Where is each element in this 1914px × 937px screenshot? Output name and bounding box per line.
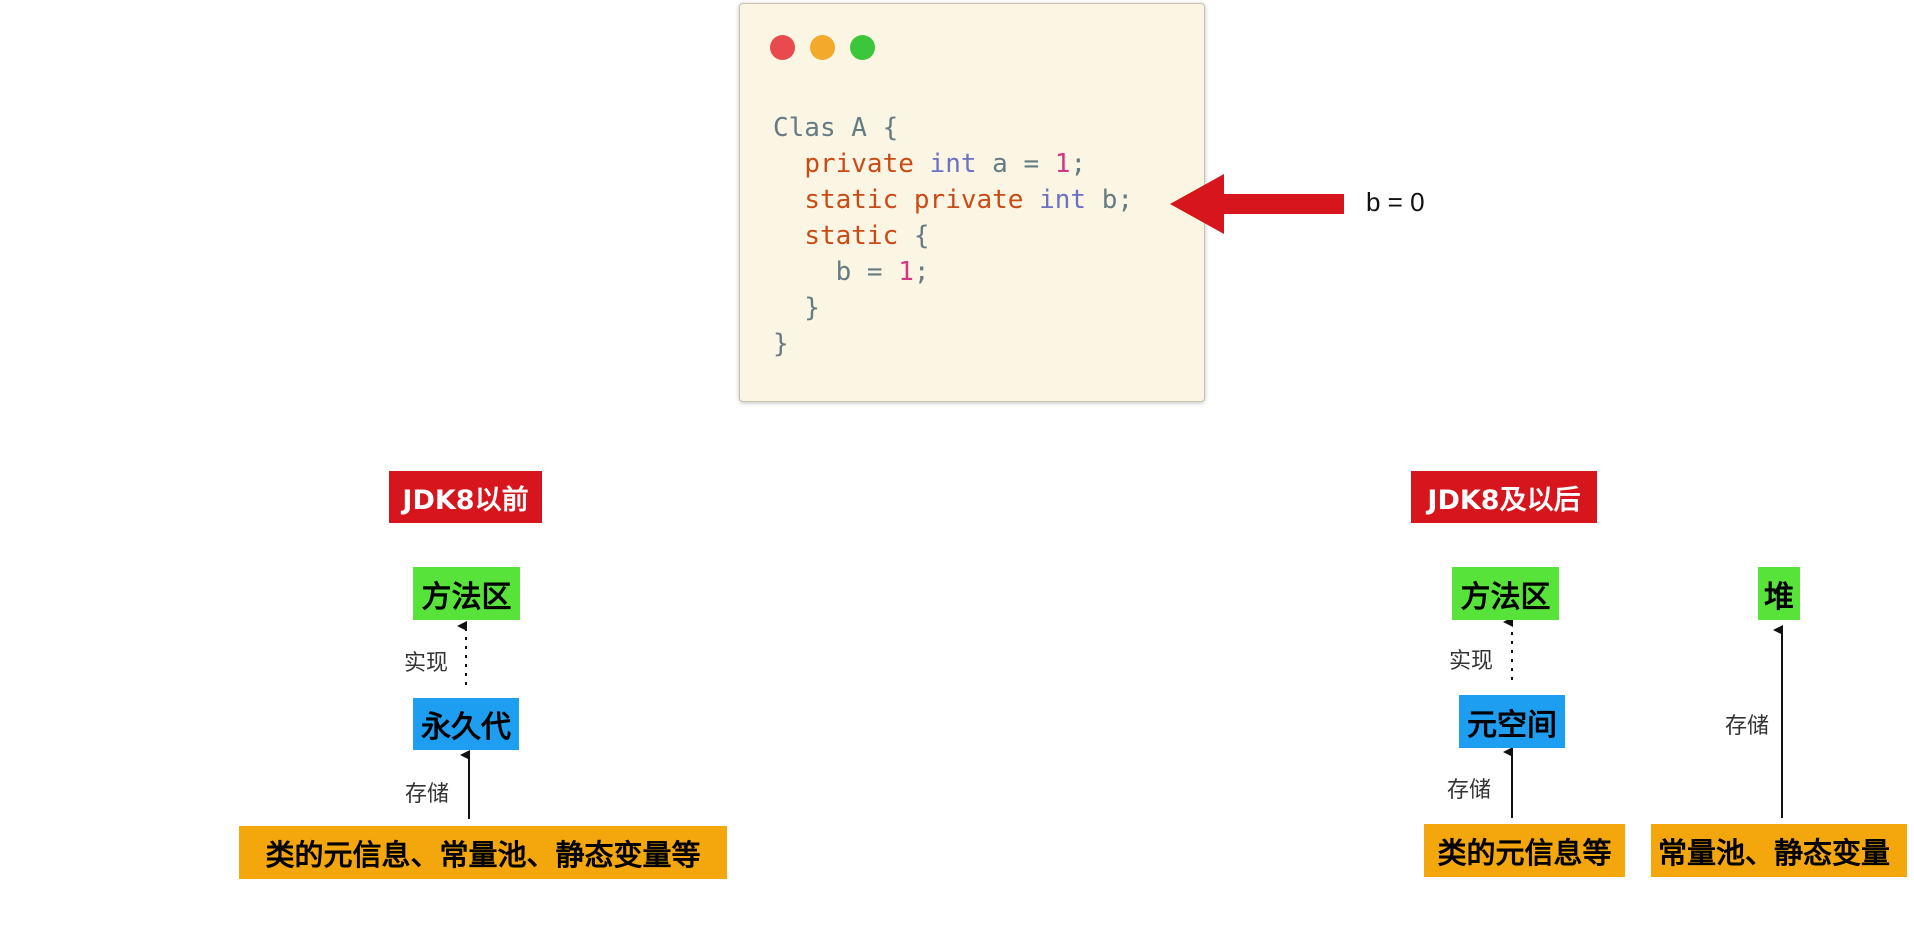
code-token: a = bbox=[976, 149, 1055, 179]
method-area-box-after: 方法区 bbox=[1452, 567, 1559, 620]
code-token: int bbox=[1039, 185, 1087, 215]
code-token: ; bbox=[913, 257, 930, 287]
class-metadata-box: 类的元信息等 bbox=[1424, 824, 1625, 877]
code-token: b = bbox=[773, 257, 899, 287]
constant-pool-static-vars-box: 常量池、静态变量 bbox=[1651, 824, 1907, 877]
code-token: private bbox=[804, 149, 914, 179]
diagram-canvas: Clas A { private int a = 1; static priva… bbox=[0, 0, 1914, 937]
jdk8-after-tag: JDK8及以后 bbox=[1411, 471, 1597, 523]
code-line: private int a = 1; bbox=[773, 149, 1086, 179]
code-window: Clas A { private int a = 1; static priva… bbox=[739, 3, 1205, 402]
code-token: b; bbox=[1086, 185, 1134, 215]
permanent-generation-box: 永久代 bbox=[413, 698, 519, 750]
implements-label-before: 实现 bbox=[404, 651, 449, 676]
code-line: Clas A { bbox=[773, 113, 898, 143]
jdk8-before-tag: JDK8以前 bbox=[389, 471, 542, 523]
code-line: b = 1; bbox=[773, 257, 930, 287]
code-token: 1 bbox=[898, 257, 914, 287]
code-token: ; bbox=[1070, 149, 1087, 179]
method-area-box-before: 方法区 bbox=[413, 567, 520, 620]
maximize-window-icon bbox=[850, 35, 875, 60]
left-arrow-icon bbox=[1170, 174, 1344, 234]
code-token: Clas A { bbox=[773, 113, 899, 143]
code-line: } bbox=[773, 293, 820, 323]
stores-label-after-left: 存储 bbox=[1447, 778, 1492, 803]
code-line: } bbox=[773, 329, 789, 359]
default-value-annotation: b = 0 bbox=[1366, 187, 1425, 217]
code-block: Clas A { private int a = 1; static priva… bbox=[773, 110, 1133, 362]
code-token: static bbox=[804, 221, 899, 251]
code-line: static private int b; bbox=[773, 185, 1133, 215]
stores-label-before: 存储 bbox=[405, 782, 450, 807]
code-line: static { bbox=[773, 221, 930, 251]
code-token: } bbox=[773, 329, 789, 359]
stores-label-after-right: 存储 bbox=[1725, 714, 1770, 739]
code-token: int bbox=[929, 149, 977, 179]
code-token: static private bbox=[804, 185, 1024, 215]
class-metadata-constants-statics-box: 类的元信息、常量池、静态变量等 bbox=[239, 826, 727, 879]
code-token: } bbox=[773, 293, 820, 323]
heap-box: 堆 bbox=[1758, 567, 1800, 620]
minimize-window-icon bbox=[810, 35, 835, 60]
code-token: 1 bbox=[1054, 149, 1071, 179]
implements-label-after: 实现 bbox=[1449, 649, 1494, 674]
close-window-icon bbox=[770, 35, 795, 60]
code-token: { bbox=[898, 221, 930, 251]
metaspace-box: 元空间 bbox=[1459, 695, 1565, 748]
